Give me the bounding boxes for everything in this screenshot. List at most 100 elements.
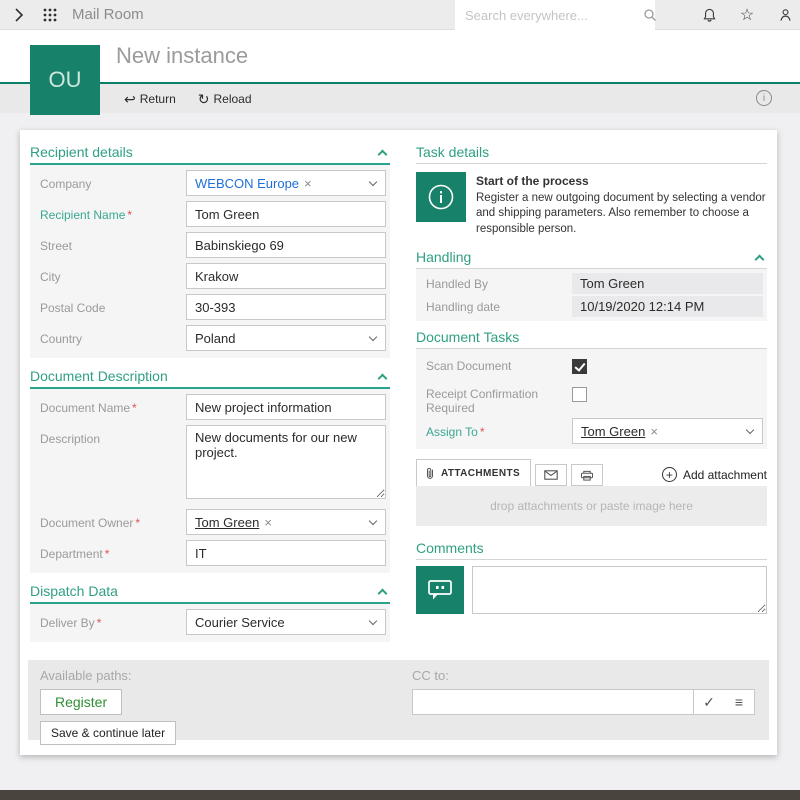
country-select[interactable]: Poland [186,325,386,351]
paths-footer: Available paths: Register Save & continu… [28,660,769,740]
postal-code-label: Postal Code [34,294,186,315]
task-heading: Start of the process [476,174,589,188]
owner-chip[interactable]: Tom Green [195,515,259,530]
assign-to-select[interactable]: Tom Green × [572,418,763,444]
document-owner-select[interactable]: Tom Green × [186,509,386,535]
collapse-chevron-icon[interactable] [378,373,388,383]
remove-owner-icon[interactable]: × [264,515,272,530]
required-asterisk: * [127,208,132,222]
department-input[interactable] [186,540,386,566]
section-title: Comments [416,540,484,556]
notifications-bell-icon[interactable] [700,6,718,24]
task-info: Start of the process Register a new outg… [416,172,767,237]
scan-document-checkbox[interactable] [572,359,587,374]
remove-assignee-icon[interactable]: × [650,424,658,439]
section-handling: Handling [416,249,767,269]
return-button[interactable]: ↩ Return [124,92,176,106]
app-title: Mail Room [72,6,144,23]
paperclip-icon [425,466,435,480]
document-description-fields: Document Name* Description New documents… [30,389,390,573]
comments-textarea[interactable] [472,566,767,614]
comment-bubble-icon [416,566,464,614]
section-title: Handling [416,249,471,265]
required-asterisk: * [97,616,102,630]
cc-to-label: CC to: [412,668,755,683]
collapse-chevron-icon[interactable] [378,588,388,598]
required-asterisk: * [135,516,140,530]
back-chevron-icon[interactable] [10,6,28,24]
field-postal-code: Postal Code [34,294,386,320]
comments-block [416,566,767,614]
register-button[interactable]: Register [40,689,122,715]
city-input[interactable] [186,263,386,289]
collapse-chevron-icon[interactable] [378,149,388,159]
company-label: Company [34,170,186,191]
scan-document-label: Scan Document [420,354,572,373]
cc-confirm-check-icon[interactable]: ✓ [694,690,724,714]
remove-company-icon[interactable]: × [304,176,312,191]
section-title: Task details [416,144,489,160]
chevron-down-icon[interactable] [369,617,377,625]
deliver-by-select[interactable]: Courier Service [186,609,386,635]
add-attachment-button[interactable]: + Add attachment [662,467,767,486]
company-select[interactable]: WEBCON Europe × [186,170,386,196]
envelope-icon [544,470,558,480]
form-toolbar: ↩ Return ↻ Reload [0,84,800,113]
search-input[interactable] [463,7,643,24]
assign-to-label: Assign To* [420,418,572,439]
handled-by-value: Tom Green [572,273,763,294]
assignee-chip[interactable]: Tom Green [581,424,645,439]
info-icon[interactable]: i [756,90,772,106]
user-profile-icon[interactable] [776,6,794,24]
cc-to-input[interactable] [412,689,694,715]
required-asterisk: * [132,401,137,415]
recipient-fields: Company WEBCON Europe × Recipient Name* [30,165,390,358]
attachments-dropzone[interactable]: drop attachments or paste image here [416,486,767,526]
chevron-down-icon[interactable] [369,517,377,525]
chevron-down-icon[interactable] [369,178,377,186]
street-input[interactable] [186,232,386,258]
description-label: Description [34,425,186,446]
section-document-description: Document Description [30,368,390,389]
field-assign-to: Assign To* Tom Green × [420,418,763,444]
tab-attachments[interactable]: ATTACHMENTS [416,459,531,486]
collapse-chevron-icon[interactable] [755,254,765,264]
section-recipient-details: Recipient details [30,144,390,165]
field-handled-by: Handled By Tom Green [420,273,763,294]
document-name-input[interactable] [186,394,386,420]
description-textarea[interactable]: New documents for our new project. [186,425,386,499]
chevron-down-icon[interactable] [746,426,754,434]
tab-mail-attachments[interactable] [535,464,567,486]
field-country: Country Poland [34,325,386,351]
chevron-down-icon[interactable] [369,333,377,341]
attachments-tabbar: ATTACHMENTS [416,459,767,486]
recipient-name-input[interactable] [186,201,386,227]
dispatch-fields: Deliver By* Courier Service [30,604,390,642]
tab-print-attachments[interactable] [571,464,603,486]
reload-icon: ↻ [198,92,210,106]
postal-code-input[interactable] [186,294,386,320]
attachments-panel: ATTACHMENTS [416,459,767,526]
field-handling-date: Handling date 10/19/2020 12:14 PM [420,296,763,317]
printer-icon [580,470,594,481]
section-comments: Comments [416,540,767,560]
save-continue-button[interactable]: Save & continue later [40,721,176,745]
task-body: Register a new outgoing document by sele… [476,192,766,235]
search-icon[interactable] [643,8,657,22]
favorites-star-icon[interactable]: ☆ [738,6,756,24]
section-title: Dispatch Data [30,583,118,599]
receipt-confirmation-checkbox[interactable] [572,387,587,402]
company-chip[interactable]: WEBCON Europe [195,176,299,191]
receipt-confirmation-label: Receipt Confirmation Required [420,382,572,415]
reload-button[interactable]: ↻ Reload [198,92,252,106]
required-asterisk: * [105,547,110,561]
cc-picker-list-icon[interactable]: ≡ [724,690,754,714]
form-card: Recipient details Company WEBCON Europe … [20,130,777,755]
info-circle-icon [416,172,466,222]
global-search[interactable] [455,0,655,30]
app-grid-icon[interactable] [42,7,58,23]
required-asterisk: * [480,425,485,439]
section-title: Document Tasks [416,329,519,345]
field-receipt-confirmation: Receipt Confirmation Required [420,382,763,415]
document-owner-label: Document Owner* [34,509,186,530]
